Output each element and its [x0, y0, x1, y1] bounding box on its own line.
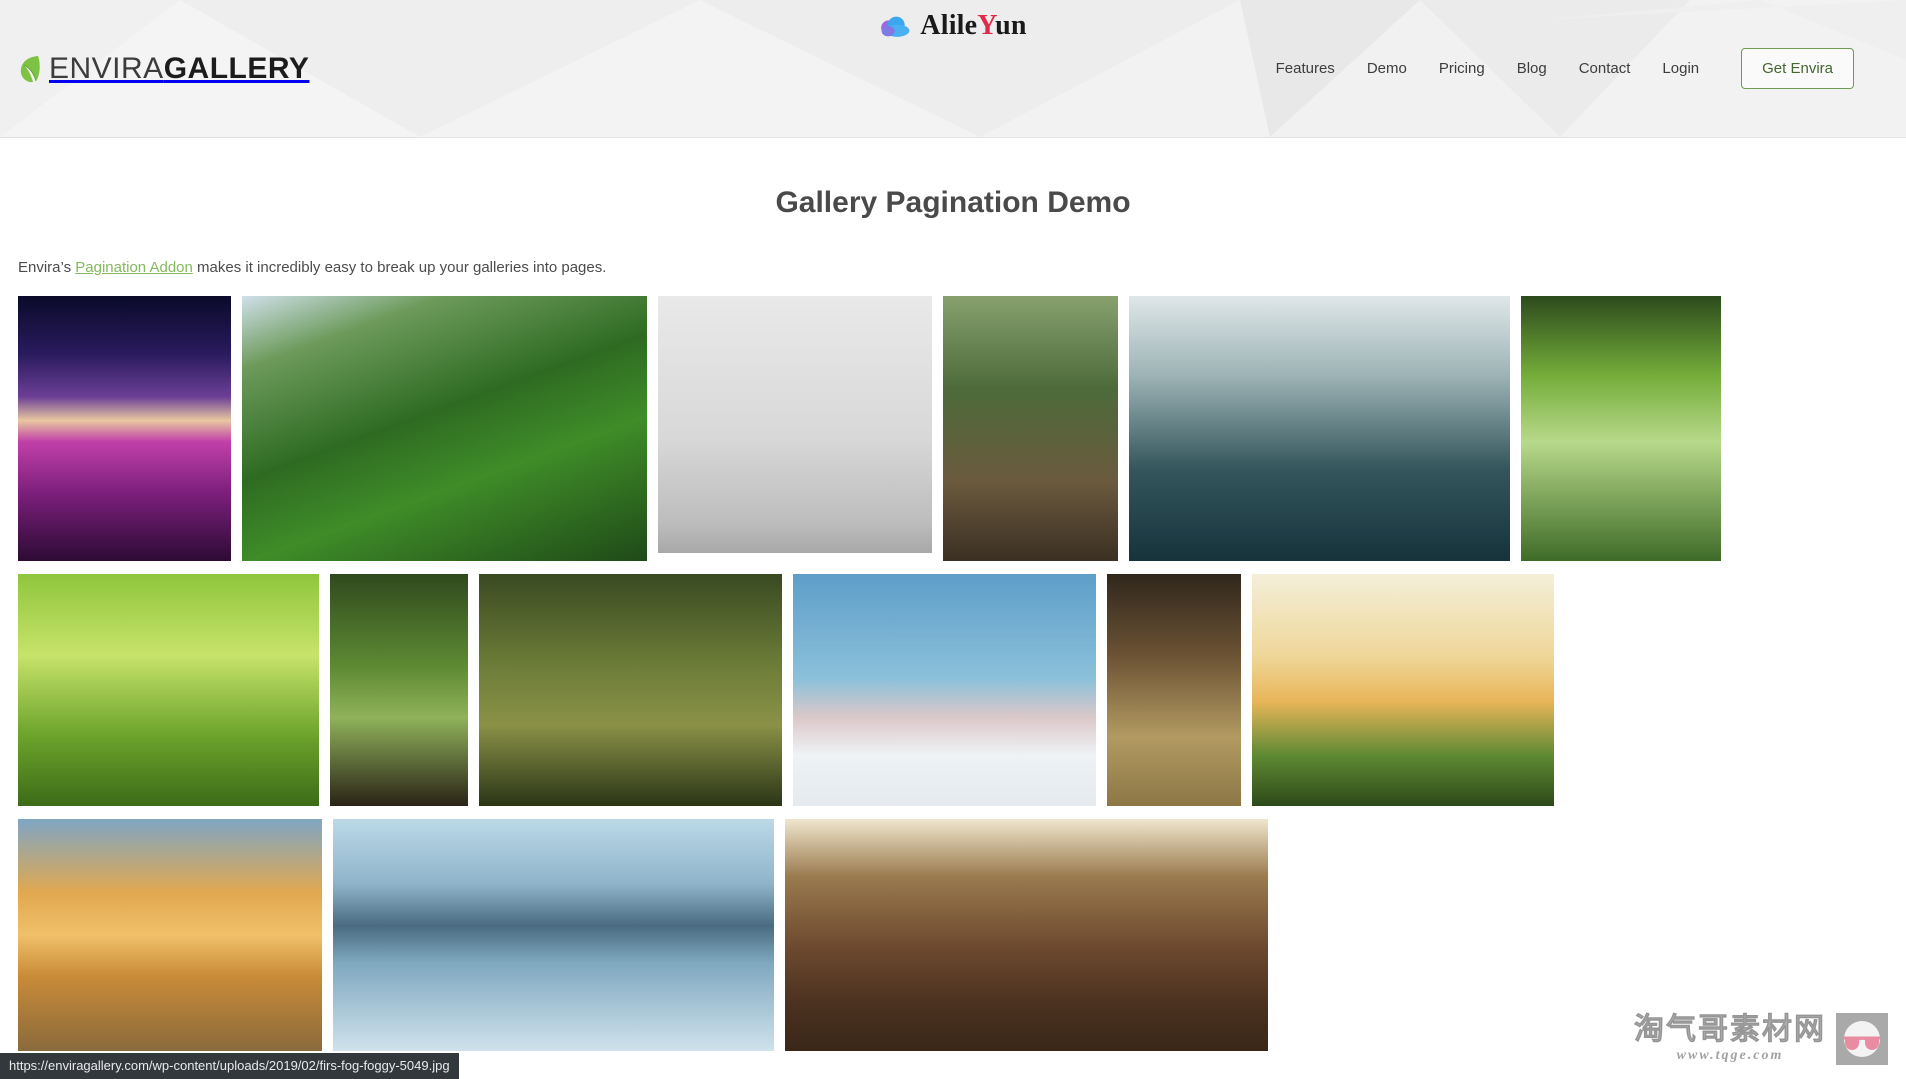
gallery-image-mountain-lake-reflection[interactable] — [333, 819, 774, 1051]
site-logo[interactable]: ENVIRAGALLERY — [18, 51, 310, 85]
gallery-image-large-oak-tree[interactable] — [479, 574, 782, 806]
brand-text-after: un — [995, 10, 1027, 41]
gallery-row — [18, 574, 1888, 806]
page-title: Gallery Pagination Demo — [775, 186, 1131, 219]
leaf-icon — [20, 55, 40, 82]
page-intro-text: Envira’s Pagination Addon makes it incre… — [18, 259, 1906, 276]
main-navigation: Features Demo Pricing Blog Contact Login… — [1260, 48, 1854, 89]
site-watermark: 淘气哥素材网 www.tqge.com — [1634, 1013, 1888, 1065]
cloud-icon — [881, 16, 910, 37]
logo-text-gallery: GALLERY — [163, 51, 310, 85]
gallery-row — [18, 819, 1888, 1051]
gallery-image-frosted-tree-snow[interactable] — [793, 574, 1096, 806]
gallery-image-thumbnail — [18, 574, 319, 806]
browser-status-bar-url: https://enviragallery.com/wp-content/upl… — [0, 1053, 459, 1079]
nav-item-demo[interactable]: Demo — [1351, 52, 1423, 85]
gallery-image-waterfall-green-valley[interactable] — [242, 296, 647, 561]
intro-text-before: Envira’s — [18, 259, 76, 276]
sunglasses-face-icon — [1844, 1021, 1880, 1057]
gallery-image-thumbnail — [1129, 296, 1510, 561]
gallery-image-wooden-bridge-path[interactable] — [943, 296, 1118, 561]
nav-item-login[interactable]: Login — [1646, 52, 1715, 85]
brand-overlay-watermark: AlileYun — [879, 12, 1027, 40]
brand-text-before: Alile — [920, 10, 978, 41]
gallery-image-lavender-field-starry-sky[interactable] — [18, 296, 231, 561]
gallery-image-thumbnail — [1107, 574, 1241, 806]
gallery-image-thumbnail — [785, 819, 1268, 1051]
nav-item-features[interactable]: Features — [1260, 52, 1351, 85]
watermark-chinese-text: 淘气哥素材网 — [1634, 1011, 1826, 1047]
watermark-url-text: www.tqge.com — [1676, 1047, 1784, 1063]
get-envira-button[interactable]: Get Envira — [1741, 48, 1854, 89]
gallery-image-thumbnail — [242, 296, 647, 561]
gallery-image-foggy-fir-forest[interactable] — [1129, 296, 1510, 561]
gallery-image-thumbnail — [330, 574, 468, 806]
gallery-image-thumbnail — [333, 819, 774, 1051]
gallery-image-golden-sunset-reflection[interactable] — [18, 819, 322, 1051]
nav-item-blog[interactable]: Blog — [1501, 52, 1563, 85]
site-header: AlileYun ENVIRAGALLERY Features Demo Pri… — [0, 0, 1906, 138]
site-logo-text: ENVIRAGALLERY — [49, 51, 310, 85]
gallery-image-thumbnail — [793, 574, 1096, 806]
gallery-image-thumbnail — [943, 296, 1118, 561]
gallery-image-forest-trail-trees[interactable] — [330, 574, 468, 806]
brand-overlay-text: AlileYun — [920, 12, 1026, 40]
main-content: Gallery Pagination Demo Envira’s Paginat… — [0, 186, 1906, 1051]
gallery-image-thumbnail — [1252, 574, 1554, 806]
watermark-badge — [1836, 1013, 1888, 1065]
pagination-addon-link[interactable]: Pagination Addon — [75, 259, 193, 276]
gallery-image-sunbeams-green-forest[interactable] — [1521, 296, 1721, 561]
gallery-image-redwood-forest-path[interactable] — [785, 819, 1268, 1051]
gallery-image-thumbnail — [658, 296, 932, 553]
gallery-image-bare-trees-monochrome[interactable] — [658, 296, 932, 553]
gallery-image-thumbnail — [18, 819, 322, 1051]
gallery-row — [18, 296, 1888, 561]
image-gallery — [0, 296, 1906, 1051]
gallery-image-forest-canopy-upward[interactable] — [18, 574, 319, 806]
nav-item-contact[interactable]: Contact — [1563, 52, 1647, 85]
brand-text-accent: Y — [977, 10, 996, 41]
gallery-image-thumbnail — [479, 574, 782, 806]
logo-text-envira: ENVIRA — [49, 51, 164, 85]
gallery-image-sunrise-tea-plantation[interactable] — [1252, 574, 1554, 806]
gallery-image-thumbnail — [1521, 296, 1721, 561]
gallery-image-pine-trunk-bark[interactable] — [1107, 574, 1241, 806]
nav-item-pricing[interactable]: Pricing — [1423, 52, 1501, 85]
gallery-image-thumbnail — [18, 296, 231, 561]
intro-text-after: makes it incredibly easy to break up you… — [192, 259, 607, 276]
